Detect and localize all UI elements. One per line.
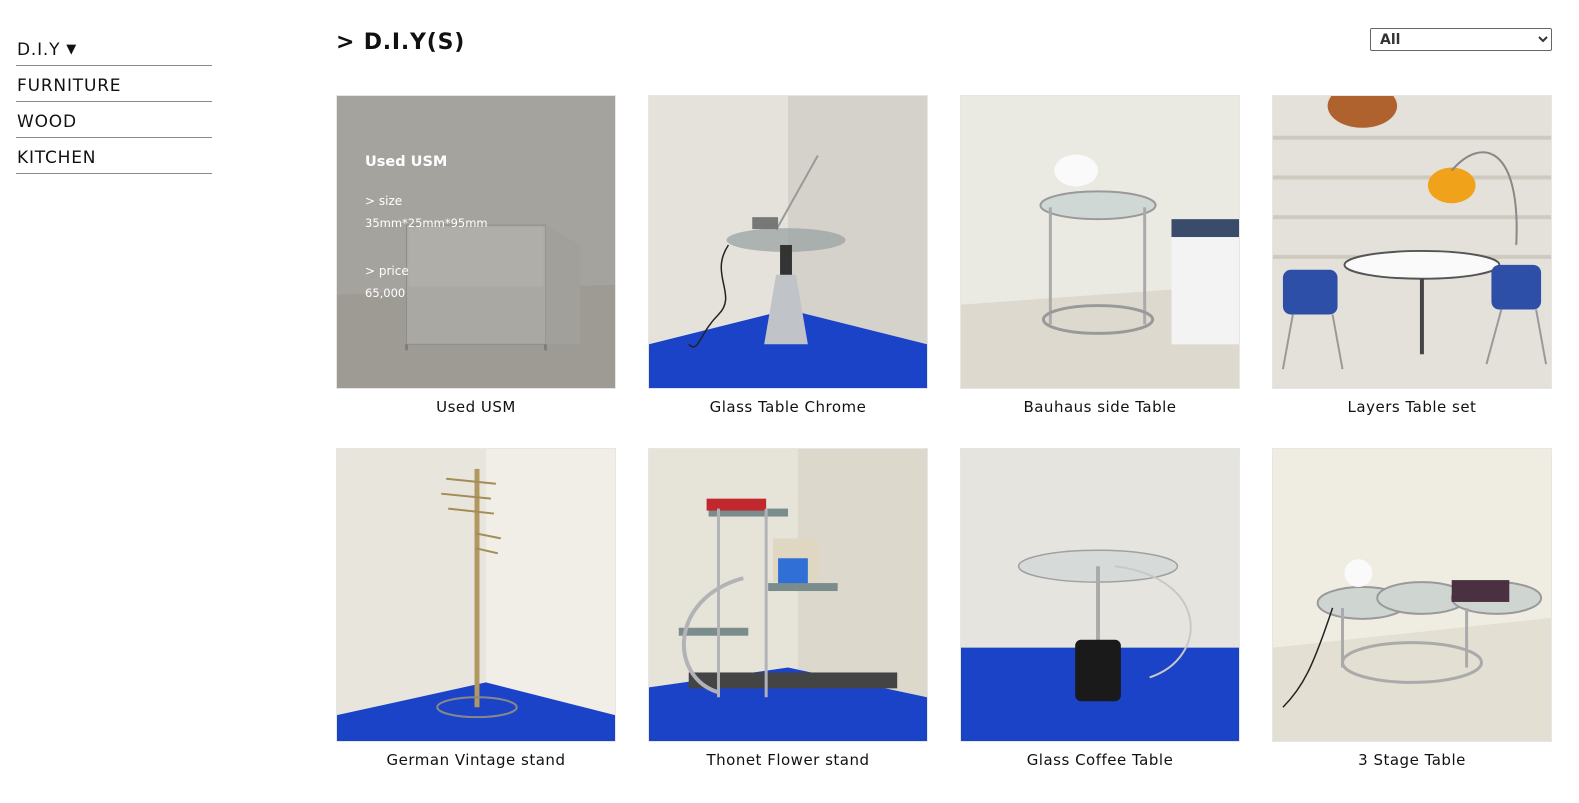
product-card[interactable]: German Vintage stand [336, 448, 616, 771]
product-image[interactable] [648, 95, 928, 389]
product-name[interactable]: Thonet Flower stand [648, 751, 928, 771]
page-title: > D.I.Y(S) [336, 30, 466, 55]
sidebar-item-wood[interactable]: WOOD [16, 102, 212, 138]
overlay-title: Used USM [365, 154, 448, 170]
product-grid: Used USM > size 35mm*25mm*95mm > price 6… [336, 95, 1552, 771]
product-card[interactable]: Glass Table Chrome [648, 95, 928, 418]
category-sidebar: D.I.Y ▼ FURNITURE WOOD KITCHEN [16, 30, 212, 174]
product-card[interactable]: Thonet Flower stand [648, 448, 928, 771]
sidebar-item-label: WOOD [17, 111, 77, 132]
filter-select[interactable]: All [1370, 28, 1552, 51]
product-card[interactable]: Used USM > size 35mm*25mm*95mm > price 6… [336, 95, 616, 418]
product-name[interactable]: Used USM [336, 398, 616, 418]
sidebar-item-label: FURNITURE [17, 75, 122, 96]
product-name[interactable]: Layers Table set [1272, 398, 1552, 418]
product-name[interactable]: Glass Table Chrome [648, 398, 928, 418]
product-name[interactable]: Bauhaus side Table [960, 398, 1240, 418]
product-card[interactable]: Bauhaus side Table [960, 95, 1240, 418]
product-card[interactable]: 3 Stage Table [1272, 448, 1552, 771]
product-image[interactable] [960, 448, 1240, 742]
product-image[interactable] [1272, 448, 1552, 742]
sidebar-item-diy[interactable]: D.I.Y ▼ [16, 30, 212, 66]
overlay-price-label: > price [365, 264, 409, 278]
sidebar-item-label: KITCHEN [17, 147, 97, 168]
product-name[interactable]: 3 Stage Table [1272, 751, 1552, 771]
product-card[interactable]: Glass Coffee Table [960, 448, 1240, 771]
overlay-size-value: 35mm*25mm*95mm [365, 216, 488, 230]
sidebar-item-label: D.I.Y [17, 39, 61, 60]
product-image[interactable] [336, 448, 616, 742]
product-image[interactable] [648, 448, 928, 742]
product-hover-overlay: Used USM > size 35mm*25mm*95mm > price 6… [337, 96, 615, 388]
product-image[interactable] [960, 95, 1240, 389]
product-card[interactable]: Layers Table set [1272, 95, 1552, 418]
product-image[interactable] [1272, 95, 1552, 389]
sidebar-item-furniture[interactable]: FURNITURE [16, 66, 212, 102]
overlay-price-value: 65,000 [365, 286, 406, 300]
product-name[interactable]: German Vintage stand [336, 751, 616, 771]
product-name[interactable]: Glass Coffee Table [960, 751, 1240, 771]
sidebar-item-kitchen[interactable]: KITCHEN [16, 138, 212, 174]
product-image[interactable]: Used USM > size 35mm*25mm*95mm > price 6… [336, 95, 616, 389]
caret-down-icon: ▼ [66, 42, 78, 57]
overlay-size-label: > size [365, 194, 403, 208]
